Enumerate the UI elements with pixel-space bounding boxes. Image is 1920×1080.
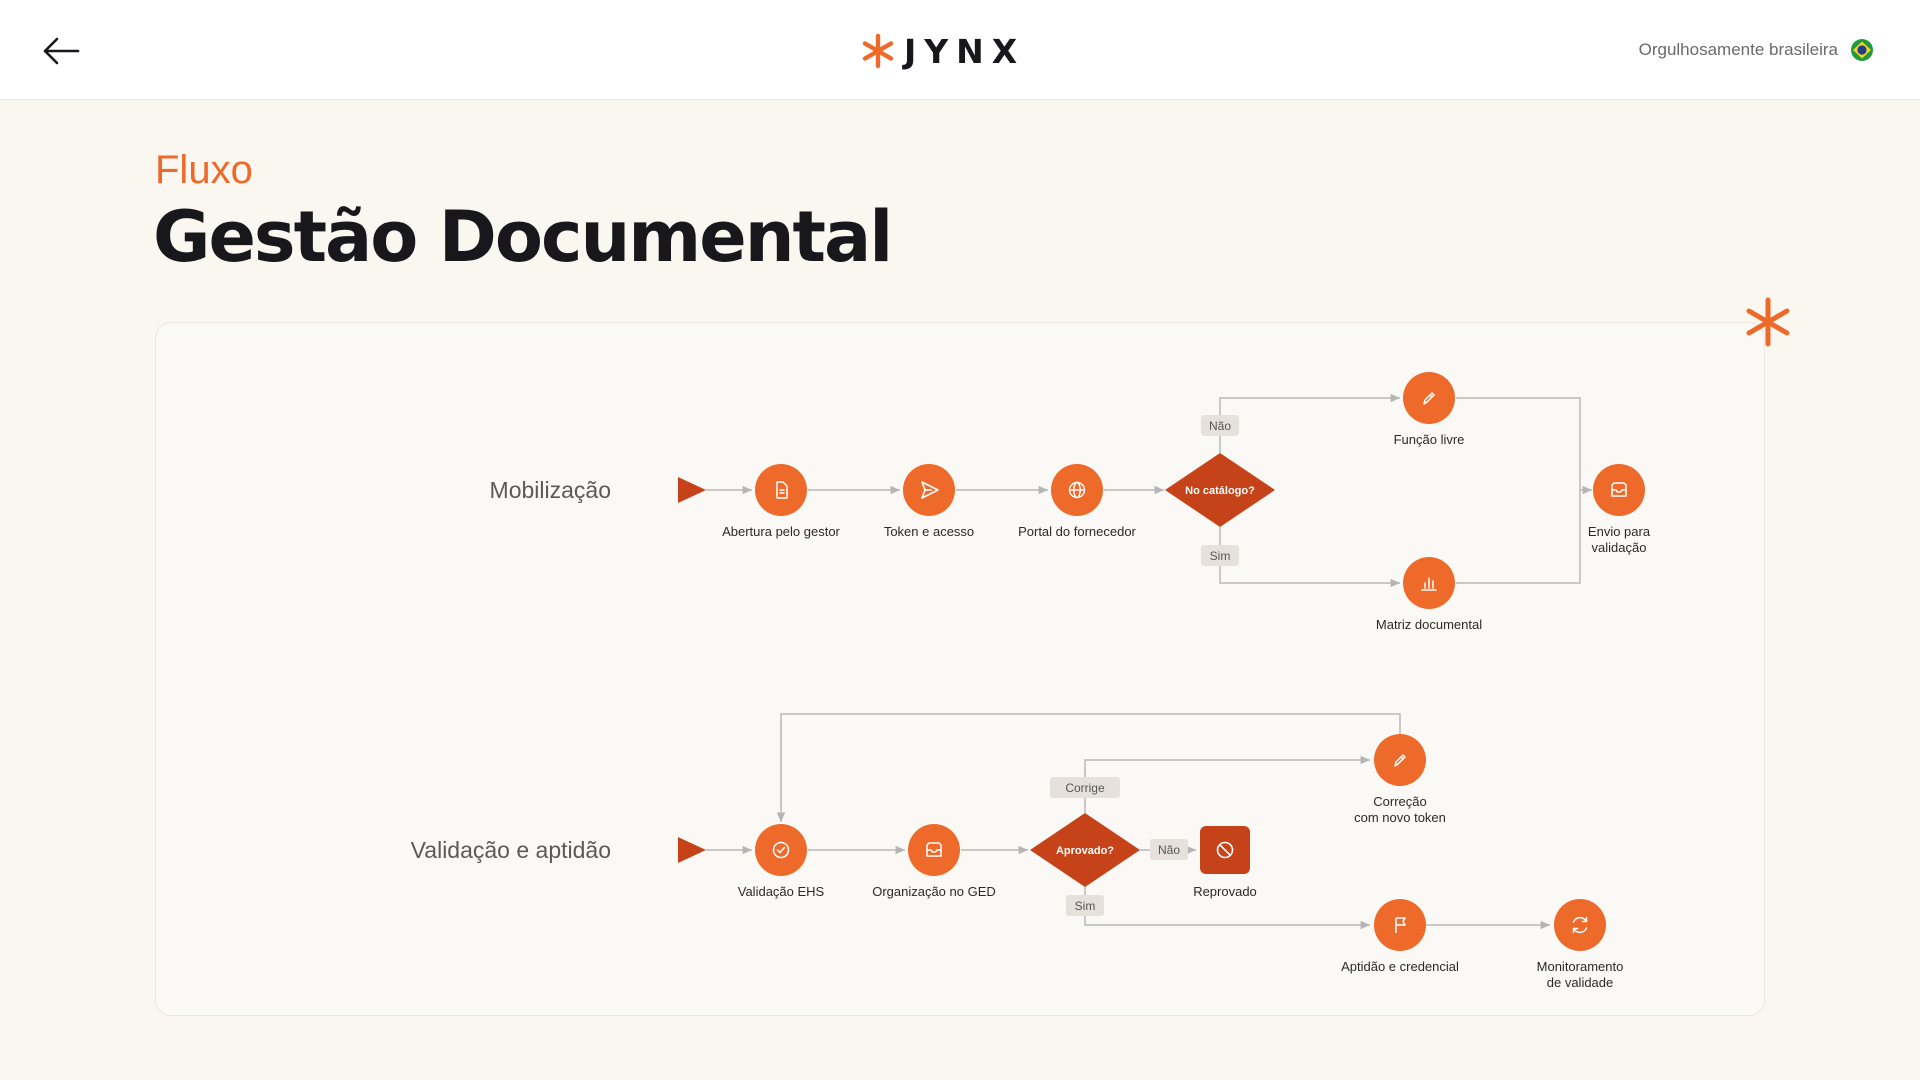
node-monitoramento-de-validade[interactable]: Monitoramento de validade [1537, 899, 1624, 990]
lane-label-mobilizacao: Mobilização [490, 477, 611, 503]
svg-text:Token e acesso: Token e acesso [884, 524, 974, 539]
decision-no-catalogo[interactable]: No catálogo? [1165, 453, 1275, 527]
node-funcao-livre[interactable]: Função livre [1394, 372, 1465, 447]
svg-text:No catálogo?: No catálogo? [1185, 485, 1255, 497]
node-token-e-acesso[interactable]: Token e acesso [884, 464, 974, 539]
svg-text:Sim: Sim [1075, 899, 1096, 913]
svg-text:Validação EHS: Validação EHS [738, 884, 825, 899]
node-aptidao-e-credencial[interactable]: Aptidão e credencial [1341, 899, 1459, 974]
lane-label-validacao-e-aptidao: Validação e aptidão [411, 837, 611, 863]
svg-text:Não: Não [1158, 843, 1180, 857]
node-portal-do-fornecedor[interactable]: Portal do fornecedor [1018, 464, 1137, 539]
svg-text:Organização no GED: Organização no GED [872, 884, 996, 899]
svg-text:Correção: Correção [1373, 794, 1426, 809]
flow-diagram: Mobilização Não Sim Abertura pelo gestor [411, 372, 1651, 990]
svg-text:com novo token: com novo token [1354, 810, 1446, 825]
node-correcao-com-novo-token[interactable]: Correção com novo token [1354, 734, 1446, 825]
svg-text:Abertura pelo gestor: Abertura pelo gestor [722, 524, 840, 539]
node-validacao-ehs[interactable]: Validação EHS [738, 824, 825, 899]
svg-text:de validade: de validade [1547, 975, 1614, 990]
svg-text:Corrige: Corrige [1065, 781, 1105, 795]
svg-text:Reprovado: Reprovado [1193, 884, 1257, 899]
svg-text:Não: Não [1209, 419, 1231, 433]
node-envio-para-validacao[interactable]: Envio para validação [1588, 464, 1651, 555]
svg-text:Monitoramento: Monitoramento [1537, 959, 1624, 974]
decision-aprovado[interactable]: Aprovado? [1030, 813, 1140, 887]
node-matriz-documental[interactable]: Matriz documental [1376, 557, 1482, 632]
node-organizacao-no-ged[interactable]: Organização no GED [872, 824, 996, 899]
edge-label-no-2: Não [1150, 839, 1188, 860]
node-reprovado[interactable]: Reprovado [1193, 826, 1257, 899]
svg-text:Envio para: Envio para [1588, 524, 1651, 539]
svg-text:Sim: Sim [1210, 549, 1231, 563]
svg-text:Aprovado?: Aprovado? [1056, 845, 1114, 857]
svg-text:Portal do fornecedor: Portal do fornecedor [1018, 524, 1136, 539]
edge-label-yes-1: Sim [1201, 545, 1239, 566]
svg-text:Matriz documental: Matriz documental [1376, 617, 1482, 632]
lane-2-start-marker [678, 837, 706, 863]
lane-1-edges [706, 393, 1592, 588]
edge-label-no-1: Não [1201, 415, 1239, 436]
edge-label-yes-2: Sim [1066, 895, 1104, 916]
svg-text:Aptidão e credencial: Aptidão e credencial [1341, 959, 1459, 974]
node-abertura-pelo-gestor[interactable]: Abertura pelo gestor [722, 464, 841, 539]
lane-1-start-marker [678, 477, 706, 503]
edge-label-fix: Corrige [1050, 777, 1120, 798]
svg-text:validação: validação [1592, 540, 1647, 555]
svg-text:Função livre: Função livre [1394, 432, 1465, 447]
